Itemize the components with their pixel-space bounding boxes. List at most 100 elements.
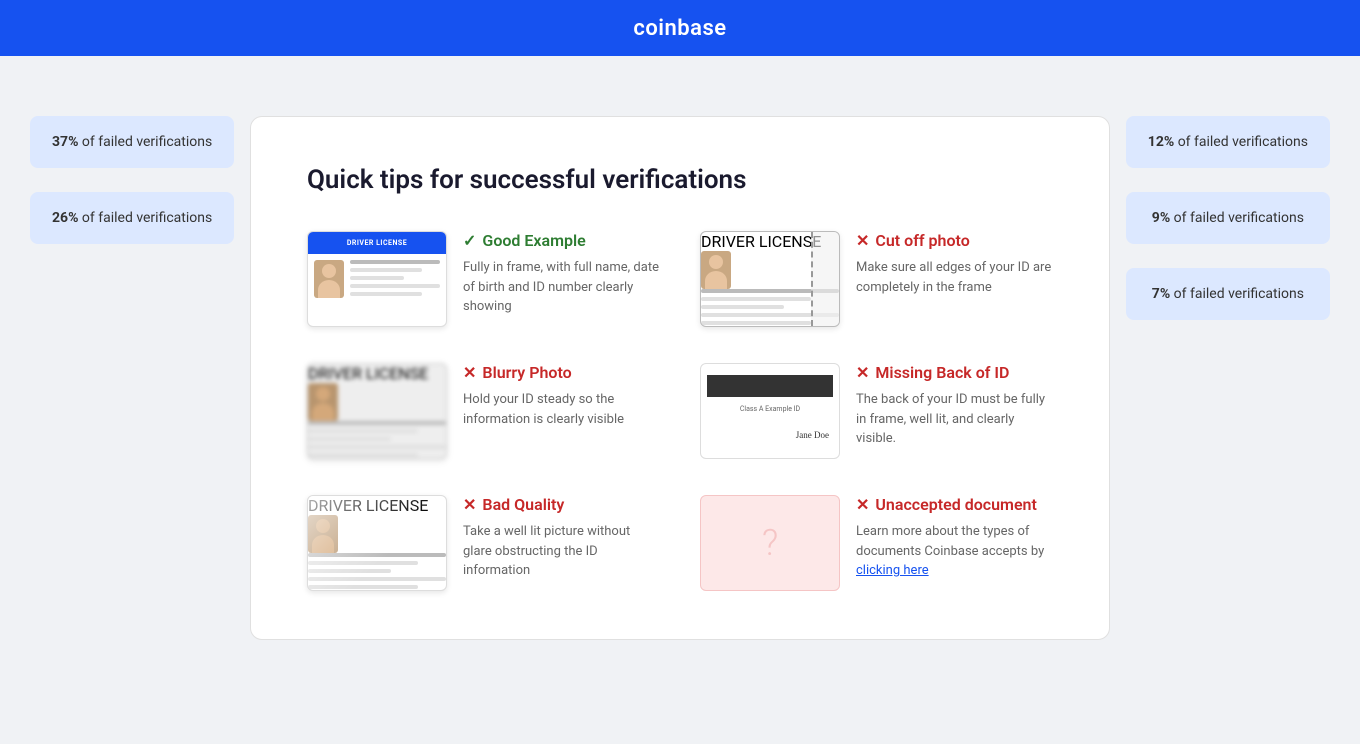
id-line bbox=[350, 292, 422, 296]
tip-cut-off: DRIVER LICENSE bbox=[700, 231, 1053, 327]
page-body: 37% of failed verifications 26% of faile… bbox=[0, 56, 1360, 700]
x-icon: ✕ bbox=[856, 363, 869, 382]
tip-label-blurry: ✕ Blurry Photo bbox=[463, 363, 660, 382]
right-badge-1-text: of failed verifications bbox=[1178, 134, 1308, 150]
id-barcode-good bbox=[314, 308, 440, 320]
x-icon: ✕ bbox=[463, 363, 476, 382]
tip-content-good: ✓ Good Example Fully in frame, with full… bbox=[463, 231, 660, 317]
left-badge-2: 26% of failed verifications bbox=[30, 192, 234, 244]
id-line bbox=[350, 284, 440, 288]
left-badge-1-text: of failed verifications bbox=[82, 134, 212, 150]
id-barcode-bad bbox=[314, 572, 440, 584]
id-avatar-blurry bbox=[308, 383, 338, 421]
barcode-lines bbox=[707, 308, 719, 320]
tip-title-bad-quality: Bad Quality bbox=[482, 495, 564, 514]
tip-content-bad-quality: ✕ Bad Quality Take a well lit picture wi… bbox=[463, 495, 660, 581]
tip-bad-quality: DRIVER LICENSE bbox=[307, 495, 660, 591]
id-text-lines-good bbox=[350, 260, 440, 300]
id-line bbox=[350, 260, 440, 264]
tip-content-blurry: ✕ Blurry Photo Hold your ID steady so th… bbox=[463, 363, 660, 429]
tip-good-example: DRIVER LICENSE bbox=[307, 231, 660, 327]
x-icon: ✕ bbox=[856, 495, 869, 514]
barcode-lines bbox=[314, 572, 326, 584]
cutoff-dashed-border bbox=[811, 232, 839, 326]
id-avatar-cutoff bbox=[701, 251, 731, 289]
tip-desc-bad-quality: Take a well lit picture without glare ob… bbox=[463, 522, 660, 581]
tip-desc-good: Fully in frame, with full name, date of … bbox=[463, 258, 660, 317]
tip-desc-unaccepted-text: Learn more about the types of documents … bbox=[856, 524, 1044, 559]
right-badge-2-text: of failed verifications bbox=[1174, 210, 1304, 226]
tip-label-cutoff: ✕ Cut off photo bbox=[856, 231, 1053, 250]
card-body-good bbox=[308, 254, 446, 306]
tip-blurry: DRIVER LICENSE bbox=[307, 363, 660, 459]
right-badge-3-percent: 7% bbox=[1152, 286, 1170, 302]
tip-label-unaccepted: ✕ Unaccepted document bbox=[856, 495, 1053, 514]
id-card-unaccepted: ? bbox=[700, 495, 840, 591]
tip-desc-missing-back: The back of your ID must be fully in fra… bbox=[856, 390, 1053, 449]
id-line bbox=[701, 297, 811, 301]
tip-label-missing-back: ✕ Missing Back of ID bbox=[856, 363, 1053, 382]
id-back-barcode bbox=[711, 423, 781, 443]
id-back-sig: Jane Doe bbox=[796, 426, 829, 440]
card-header-bar-bad: DRIVER LICENSE bbox=[308, 496, 446, 515]
id-card-cutoff: DRIVER LICENSE bbox=[700, 231, 840, 327]
id-line bbox=[701, 321, 811, 325]
id-card-bad-quality: DRIVER LICENSE bbox=[307, 495, 447, 591]
clicking-here-link[interactable]: clicking here bbox=[856, 563, 929, 578]
tip-unaccepted: ? ✕ Unaccepted document Learn more about… bbox=[700, 495, 1053, 591]
tip-title-good: Good Example bbox=[482, 231, 585, 250]
tip-label-good: ✓ Good Example bbox=[463, 231, 660, 250]
barcode-lines bbox=[711, 423, 721, 443]
id-back-content: Jane Doe bbox=[707, 419, 833, 447]
right-side-panel: 12% of failed verifications 9% of failed… bbox=[1126, 116, 1330, 320]
tips-grid: DRIVER LICENSE bbox=[307, 231, 1053, 591]
left-badge-1: 37% of failed verifications bbox=[30, 116, 234, 168]
main-card: Quick tips for successful verifications … bbox=[250, 116, 1110, 640]
tip-title-blurry: Blurry Photo bbox=[482, 363, 571, 382]
right-badge-3: 7% of failed verifications bbox=[1126, 268, 1330, 320]
tip-title-cutoff: Cut off photo bbox=[875, 231, 969, 250]
id-avatar-bad bbox=[308, 515, 338, 553]
id-line bbox=[308, 429, 418, 433]
question-mark-icon: ? bbox=[762, 522, 778, 564]
tip-desc-unaccepted: Learn more about the types of documents … bbox=[856, 522, 1053, 581]
back-label: Class A Example ID bbox=[707, 405, 833, 413]
left-badge-2-percent: 26% bbox=[52, 210, 78, 226]
card-title: Quick tips for successful verifications bbox=[307, 165, 1053, 195]
right-badge-2-percent: 9% bbox=[1152, 210, 1170, 226]
check-icon: ✓ bbox=[463, 231, 476, 250]
left-badge-2-text: of failed verifications bbox=[82, 210, 212, 226]
id-line bbox=[308, 553, 446, 557]
tip-title-unaccepted: Unaccepted document bbox=[875, 495, 1036, 514]
right-badge-1: 12% of failed verifications bbox=[1126, 116, 1330, 168]
id-line bbox=[308, 421, 446, 425]
x-icon: ✕ bbox=[856, 231, 869, 250]
tip-label-bad-quality: ✕ Bad Quality bbox=[463, 495, 660, 514]
id-line bbox=[308, 561, 418, 565]
right-badge-2: 9% of failed verifications bbox=[1126, 192, 1330, 244]
id-line bbox=[308, 585, 418, 589]
id-card-back: Class A Example ID bbox=[700, 363, 840, 459]
id-back-header bbox=[707, 375, 833, 397]
tip-content-missing-back: ✕ Missing Back of ID The back of your ID… bbox=[856, 363, 1053, 449]
tip-title-missing-back: Missing Back of ID bbox=[875, 363, 1009, 382]
header: coinbase bbox=[0, 0, 1360, 56]
card-header-bar: DRIVER LICENSE bbox=[308, 232, 446, 254]
right-badge-1-percent: 12% bbox=[1148, 134, 1174, 150]
id-line bbox=[350, 276, 404, 280]
left-side-panel: 37% of failed verifications 26% of faile… bbox=[30, 116, 234, 244]
tip-desc-cutoff: Make sure all edges of your ID are compl… bbox=[856, 258, 1053, 297]
id-card-blurry: DRIVER LICENSE bbox=[307, 363, 447, 459]
card-header-bar-blurry: DRIVER LICENSE bbox=[308, 364, 446, 383]
left-badge-1-percent: 37% bbox=[52, 134, 78, 150]
id-avatar-good bbox=[314, 260, 344, 298]
tip-content-unaccepted: ✕ Unaccepted document Learn more about t… bbox=[856, 495, 1053, 581]
id-line bbox=[308, 453, 418, 457]
tip-content-cutoff: ✕ Cut off photo Make sure all edges of y… bbox=[856, 231, 1053, 297]
id-barcode-blurry bbox=[314, 440, 440, 452]
tip-desc-blurry: Hold your ID steady so the information i… bbox=[463, 390, 660, 429]
barcode-lines bbox=[314, 440, 326, 452]
coinbase-logo: coinbase bbox=[633, 16, 726, 41]
tip-missing-back: Class A Example ID bbox=[700, 363, 1053, 459]
right-badge-3-text: of failed verifications bbox=[1174, 286, 1304, 302]
